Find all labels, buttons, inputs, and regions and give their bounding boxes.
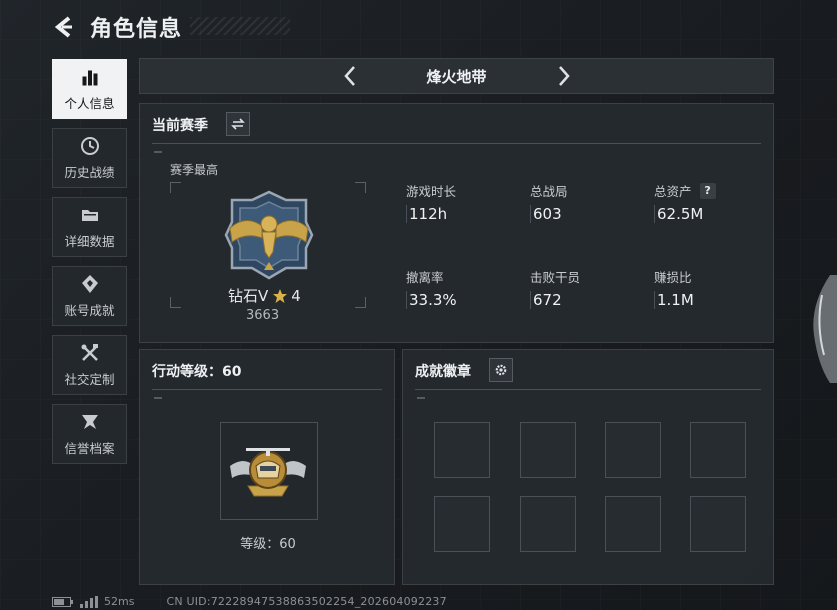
bar-chart-icon <box>82 70 97 86</box>
stat-profit-loss-ratio: 赚损比 1.1M <box>654 267 694 309</box>
stat-operators-defeated: 击败干员 672 <box>530 267 580 309</box>
sidebar-item-credit-record[interactable]: 信誉档案 <box>52 404 127 464</box>
battery-icon <box>52 596 73 607</box>
rank-name: 钻石V <box>228 287 269 305</box>
stat-label: 游戏时长 <box>406 184 457 199</box>
badges-title: 成就徽章 <box>415 364 471 380</box>
stat-label: 击败干员 <box>530 270 581 285</box>
mode-name: 烽火地带 <box>426 67 487 86</box>
sidebar-item-label: 社交定制 <box>64 372 115 387</box>
status-footer: 52ms CN UID:72228947538863502254_2026040… <box>52 595 447 608</box>
credit-icon <box>81 415 98 429</box>
rank-stars: 4 <box>291 286 301 305</box>
divider <box>415 389 761 390</box>
header: 角色信息 <box>52 10 182 44</box>
stat-label-row: 总资产 ? <box>654 181 716 200</box>
divider <box>152 389 382 390</box>
stat-total-assets: 总资产 ? 62.5M <box>654 181 716 223</box>
signal-icon <box>80 595 98 608</box>
sidebar-item-history[interactable]: 历史战绩 <box>52 128 127 188</box>
stat-total-matches: 总战局 603 <box>530 181 568 223</box>
tools-icon <box>81 344 98 361</box>
divider <box>152 143 761 144</box>
season-panel: 当前赛季 赛季最高 钻石V 4 3663 游戏时长 112h 总战局 603 总… <box>139 103 774 343</box>
gear-icon <box>495 364 507 376</box>
action-level-title: 行动等级：60 <box>152 364 242 380</box>
stat-extraction-rate: 撤离率 33.3% <box>406 267 457 309</box>
sidebar-item-personal-info[interactable]: 个人信息 <box>52 59 127 119</box>
swap-icon <box>231 118 245 130</box>
badge-slot[interactable] <box>434 496 490 552</box>
title-decoration <box>190 17 290 35</box>
character-model <box>813 275 837 383</box>
stat-value: 603 <box>530 205 568 223</box>
sidebar-item-achievements[interactable]: 账号成就 <box>52 266 127 326</box>
achievement-icon <box>81 275 98 293</box>
help-button[interactable]: ? <box>699 182 716 199</box>
helicopter-emblem-icon <box>230 448 306 497</box>
rank-name-row: 钻石V 4 <box>228 285 301 306</box>
level-label: 等级：60 <box>240 537 296 552</box>
badge-slot[interactable] <box>520 496 576 552</box>
badge-settings-button[interactable] <box>489 358 513 382</box>
rank-score: 3663 <box>246 308 280 323</box>
chevron-right-icon[interactable] <box>552 65 574 87</box>
stat-value: 1.1M <box>654 291 694 309</box>
badge-slot[interactable] <box>690 496 746 552</box>
rank-emblem-icon <box>224 190 314 280</box>
back-arrow-icon[interactable] <box>52 15 76 39</box>
sidebar-item-label: 信誉档案 <box>64 441 115 456</box>
stat-label: 总战局 <box>530 184 568 199</box>
sidebar-nav: 个人信息 历史战绩 详细数据 账号成就 社交定制 信誉档案 <box>52 59 129 473</box>
page-title: 角色信息 <box>90 17 183 42</box>
sidebar-item-label: 历史战绩 <box>64 165 115 180</box>
season-best-label: 赛季最高 <box>170 163 219 177</box>
player-uid: CN UID:72228947538863502254_202604092237 <box>166 595 447 608</box>
achievement-badges-panel: 成就徽章 <box>402 349 774 585</box>
badge-slot[interactable] <box>605 422 661 478</box>
stat-value: 672 <box>530 291 580 309</box>
stat-value: 112h <box>406 205 456 223</box>
chevron-left-icon[interactable] <box>340 65 362 87</box>
season-title: 当前赛季 <box>152 118 208 134</box>
stat-label: 赚损比 <box>654 270 692 285</box>
divider-tick <box>154 151 162 153</box>
badge-slot[interactable] <box>520 422 576 478</box>
stat-value: 62.5M <box>654 205 716 223</box>
sidebar-item-detailed-data[interactable]: 详细数据 <box>52 197 127 257</box>
stat-label: 撤离率 <box>406 270 444 285</box>
badge-slot[interactable] <box>605 496 661 552</box>
folder-icon <box>81 210 98 221</box>
sidebar-item-social-custom[interactable]: 社交定制 <box>52 335 127 395</box>
sidebar-item-label: 个人信息 <box>64 96 115 111</box>
switch-season-button[interactable] <box>226 112 250 136</box>
divider-tick <box>154 397 162 399</box>
stat-label: 总资产 <box>654 184 692 199</box>
action-level-panel: 行动等级：60 等级：60 <box>139 349 395 585</box>
history-icon <box>80 137 99 155</box>
latency: 52ms <box>104 595 135 608</box>
stat-value: 33.3% <box>406 291 457 309</box>
mode-selector: 烽火地带 <box>139 58 774 94</box>
badge-slot[interactable] <box>434 422 490 478</box>
sidebar-item-label: 详细数据 <box>64 234 115 249</box>
stat-play-time: 游戏时长 112h <box>406 181 456 223</box>
badge-slot[interactable] <box>690 422 746 478</box>
divider-tick <box>417 397 425 399</box>
sidebar-item-label: 账号成就 <box>64 303 115 318</box>
star-icon <box>273 288 288 303</box>
